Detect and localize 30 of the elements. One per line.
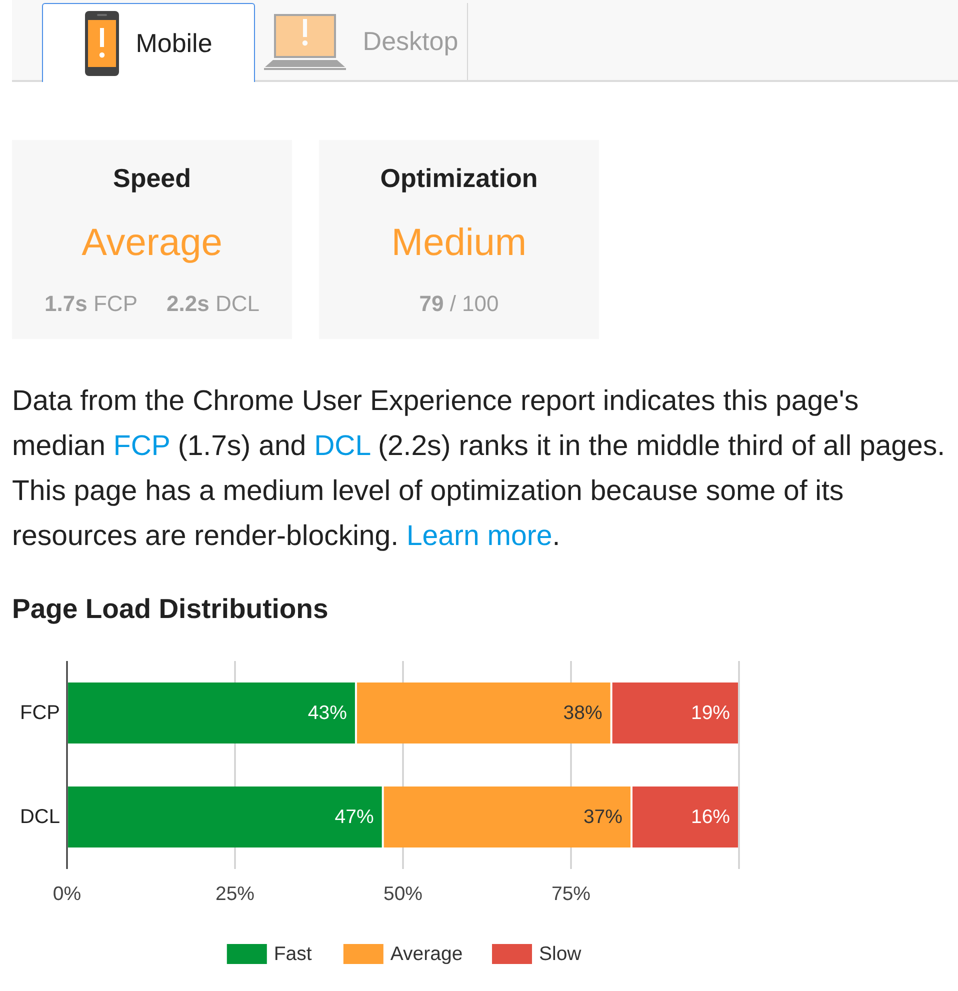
category-label: FCP [20,702,60,724]
tick-label: 50% [383,883,423,905]
legend-label: Fast [274,943,312,965]
link[interactable]: FCP [113,430,170,462]
card-title: Optimization [380,164,538,192]
data-label: 16% [690,806,730,828]
link[interactable]: DCL [314,430,370,462]
tick-label: 0% [52,883,82,905]
tick-label: 25% [215,883,255,905]
tab[interactable]: Mobile [42,3,255,82]
link[interactable]: Learn more [406,520,552,552]
card-title: Speed [112,164,192,192]
phone-icon [84,10,119,76]
description-text: Data from the Chrome User Experience report indicates this page's median FCP (1.7s) and DCL (2.2s) ranks it in the middle third of all pages. This page has a medium level of optimization because some of its resources are render-blocking. Learn more. [12,384,946,554]
data-label: 19% [690,702,730,724]
metric-text: 1.7s FCP [44,291,138,317]
legend-label: Average [390,943,463,965]
category-label: DCL [20,806,60,828]
data-label: 38% [563,702,602,724]
metric-text: 79 / 100 [419,291,499,317]
rating-text: Medium [391,221,527,265]
laptop-icon [264,14,346,70]
data-label: 43% [308,702,347,724]
section-heading: Page Load Distributions [12,593,330,625]
data-label: 47% [334,806,374,828]
metric-text: 2.2s DCL [166,291,260,317]
rating-text: Average [82,221,222,265]
legend-label: Slow [539,943,582,965]
data-label: 37% [583,806,622,828]
tick-label: 75% [551,883,591,905]
